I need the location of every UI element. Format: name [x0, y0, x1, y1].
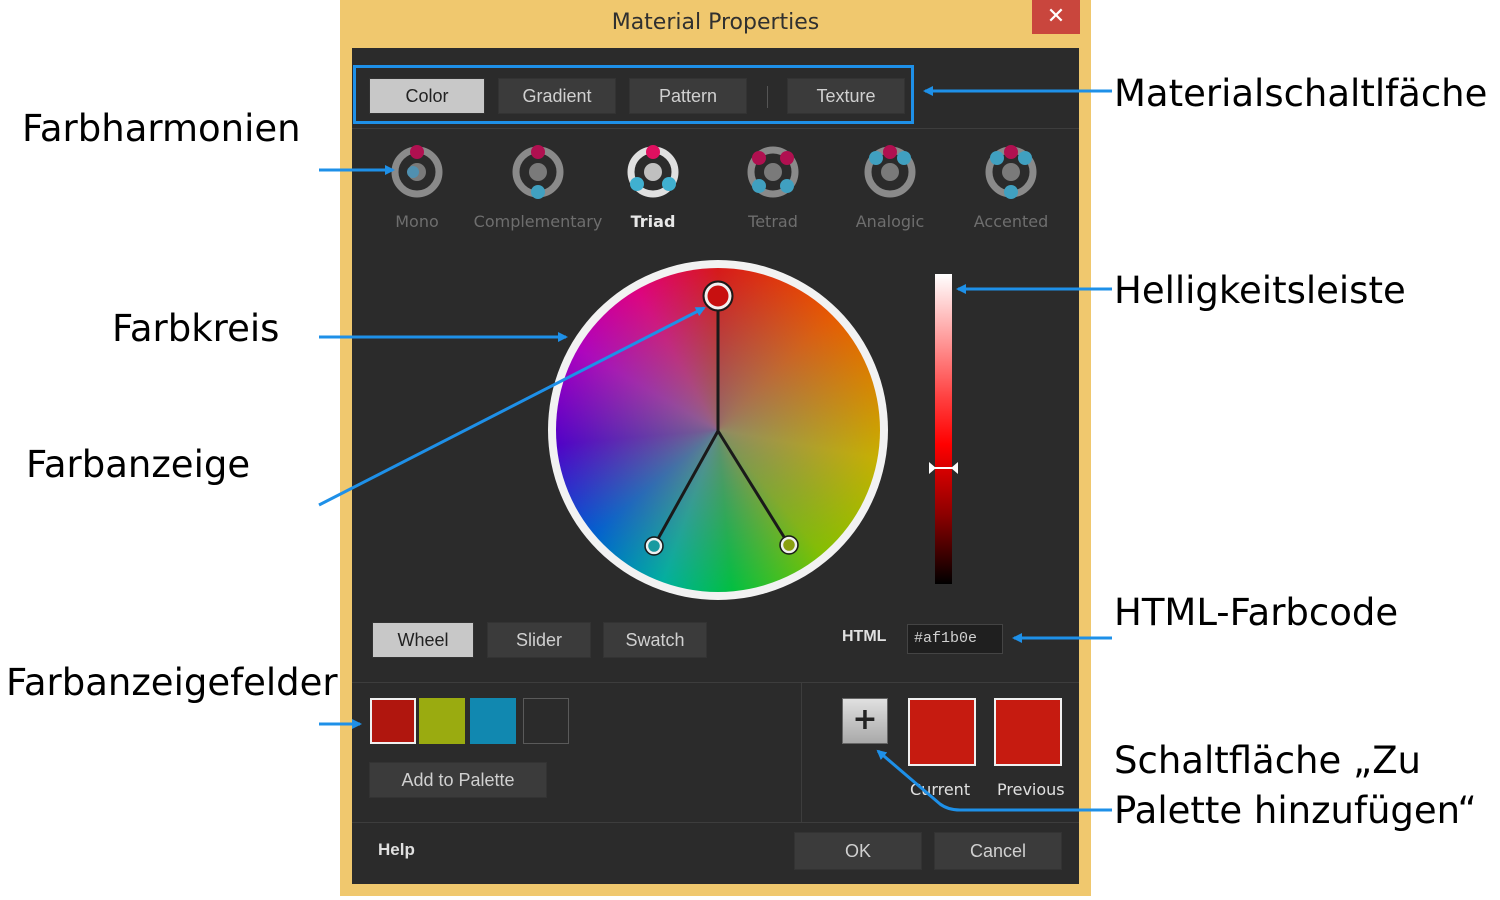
harmony-analogic[interactable]: Analogic [825, 144, 955, 231]
harmony-label: Analogic [855, 212, 925, 231]
annotation-zu-palette-line2: Palette hinzufügen“ [1114, 789, 1477, 832]
harmony-label: Mono [395, 212, 439, 231]
palette-swatch-blue[interactable] [470, 698, 516, 744]
harmony-mono[interactable]: Mono [352, 144, 482, 231]
window-title: Material Properties [611, 10, 820, 35]
annotation-zu-palette-line1: Schaltfläche „Zu [1114, 739, 1422, 782]
harmony-accented[interactable]: Accented [946, 144, 1076, 231]
annotation-helligkeitsleiste: Helligkeitsleiste [1114, 269, 1406, 312]
annotation-farbharmonien: Farbharmonien [22, 107, 301, 150]
primary-color-marker [704, 282, 732, 310]
material-tabs-highlight [353, 65, 914, 124]
close-button[interactable]: ✕ [1032, 0, 1080, 34]
palette-swatch-empty[interactable] [523, 698, 569, 744]
current-label: Current [910, 780, 971, 799]
html-code-label: HTML [842, 628, 887, 645]
palette-swatch-red[interactable] [370, 698, 416, 744]
palette-swatch-green[interactable] [419, 698, 465, 744]
mono-harmony-icon [391, 145, 443, 198]
harmony-label: Triad [630, 212, 676, 231]
complementary-harmony-icon [512, 145, 564, 199]
previous-color-swatch[interactable] [994, 698, 1062, 766]
current-color-swatch [908, 698, 976, 766]
annotation-html-farbcode: HTML-Farbcode [1114, 591, 1399, 634]
divider [352, 822, 1079, 823]
color-wheel[interactable] [548, 260, 888, 600]
triad-harmony-icon [627, 145, 679, 198]
tetrad-harmony-icon [747, 146, 799, 198]
annotation-farbanzeige: Farbanzeige [26, 443, 251, 486]
harmony-label: Tetrad [748, 212, 798, 231]
harmony-markers [644, 280, 799, 556]
annotation-farbkreis: Farbkreis [112, 307, 280, 350]
harmony-tetrad[interactable]: Tetrad [708, 144, 838, 231]
brightness-slider[interactable] [935, 274, 952, 584]
add-to-palette-button[interactable]: Add to Palette [369, 762, 547, 798]
brightness-handle-icon[interactable] [929, 460, 958, 476]
accented-harmony-icon [985, 145, 1037, 199]
harmony-complementary[interactable]: Complementary [473, 144, 603, 231]
help-link[interactable]: Help [378, 840, 415, 860]
material-properties-dialog: Material Properties ✕ Color Gradient Pat… [340, 0, 1091, 896]
divider [801, 682, 802, 822]
harmony-label: Accented [973, 212, 1049, 231]
analogic-harmony-icon [864, 145, 916, 198]
tab-wheel[interactable]: Wheel [372, 622, 474, 658]
annotation-materialschaltflaeche: Materialschaltlfäche [1114, 72, 1488, 115]
html-code-field[interactable]: #af1b0e [907, 624, 1003, 654]
previous-label: Previous [997, 780, 1065, 799]
cancel-button[interactable]: Cancel [934, 832, 1062, 870]
dialog-body: Color Gradient Pattern Texture Mono Comp… [352, 48, 1079, 884]
divider [352, 128, 1079, 129]
divider [352, 682, 1079, 683]
annotation-farbanzeigefelder: Farbanzeigefelder [6, 661, 338, 704]
harmony-triad[interactable]: Triad [588, 144, 718, 231]
harmony-label: Complementary [473, 212, 603, 231]
secondary-color-marker [645, 537, 663, 555]
ok-button[interactable]: OK [794, 832, 922, 870]
title-bar[interactable]: Material Properties ✕ [340, 0, 1091, 48]
tertiary-color-marker [780, 536, 798, 554]
tab-swatch[interactable]: Swatch [603, 622, 707, 658]
add-swatch-plus-button[interactable]: + [842, 698, 888, 744]
tab-slider[interactable]: Slider [487, 622, 591, 658]
